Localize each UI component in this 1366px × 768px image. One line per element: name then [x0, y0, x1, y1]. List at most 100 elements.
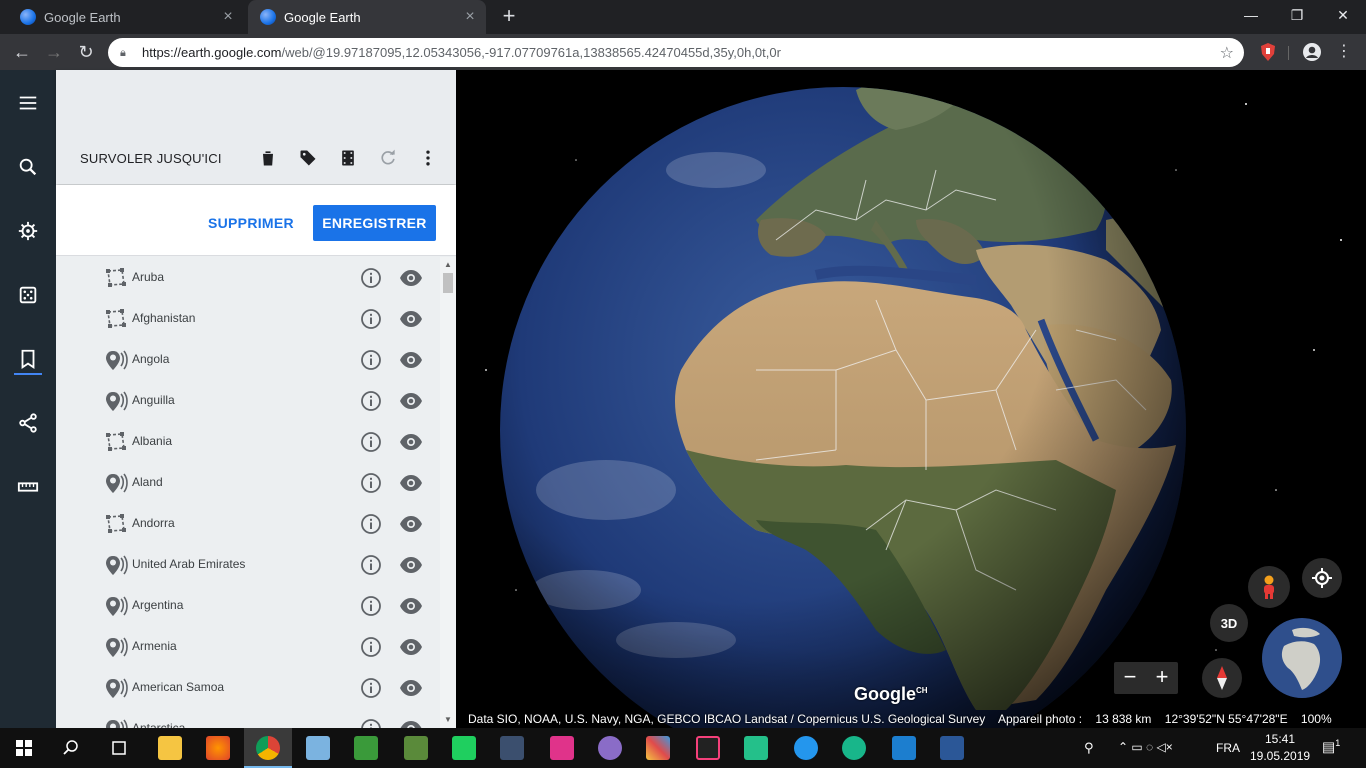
info-icon[interactable] [360, 390, 382, 412]
atom-icon[interactable] [842, 736, 866, 760]
list-item[interactable]: Afghanistan [56, 298, 440, 339]
pegman-street-view-icon[interactable] [1248, 566, 1290, 608]
brave-shield-icon[interactable] [1258, 42, 1278, 62]
notification-center-icon[interactable]: ▤1 [1322, 738, 1340, 756]
scroll-down-arrow-icon[interactable]: ▼ [444, 716, 452, 724]
clock-time[interactable]: 15:41 [1250, 732, 1310, 746]
list-item[interactable]: Armenia [56, 626, 440, 667]
info-icon[interactable] [360, 513, 382, 535]
voyager-wheel-icon[interactable] [14, 217, 42, 245]
scroll-thumb[interactable] [443, 273, 453, 293]
language-indicator[interactable]: FRA [1216, 741, 1240, 755]
visibility-eye-icon[interactable] [399, 555, 423, 575]
vscode-icon[interactable] [892, 736, 916, 760]
clock-date[interactable]: 19.05.2019 [1250, 749, 1310, 763]
webstorm-icon[interactable] [550, 736, 574, 760]
zoom-out-button[interactable]: − [1114, 662, 1146, 694]
visibility-eye-icon[interactable] [399, 719, 423, 728]
list-item-label[interactable]: Angola [132, 352, 169, 366]
visibility-eye-icon[interactable] [399, 268, 423, 288]
list-item-label[interactable]: Argentina [132, 598, 183, 612]
share-icon[interactable] [14, 409, 42, 437]
zoom-in-button[interactable]: + [1146, 662, 1178, 694]
visibility-eye-icon[interactable] [399, 637, 423, 657]
gitkraken-icon[interactable] [452, 736, 476, 760]
earth-map-view[interactable]: GoogleCH 3D − + Data SIO, NOAA, U.S. Nav… [456, 70, 1366, 728]
virtualbox-icon[interactable] [306, 736, 330, 760]
info-icon[interactable] [360, 595, 382, 617]
3d-toggle-button[interactable]: 3D [1210, 604, 1248, 642]
mysql-workbench-icon[interactable] [500, 736, 524, 760]
visibility-eye-icon[interactable] [399, 473, 423, 493]
list-scrollbar[interactable]: ▲ ▼ [440, 257, 456, 728]
list-item[interactable]: Aruba [56, 257, 440, 298]
forward-button[interactable]: → [40, 38, 68, 66]
notepad-plus-plus-icon[interactable] [354, 736, 378, 760]
close-tab-icon[interactable]: × [462, 9, 478, 25]
save-button[interactable]: ENREGISTRER [313, 205, 436, 241]
address-bar[interactable]: 🔒︎ https://earth.google.com/web/@19.9718… [108, 38, 1244, 67]
browser-menu-icon[interactable]: ⋮ [1330, 38, 1358, 66]
trash-icon[interactable] [256, 146, 280, 170]
info-icon[interactable] [360, 431, 382, 453]
docker-icon[interactable] [794, 736, 818, 760]
info-icon[interactable] [360, 718, 382, 728]
task-view-icon[interactable] [110, 740, 128, 756]
info-icon[interactable] [360, 472, 382, 494]
list-item[interactable]: Andorra [56, 503, 440, 544]
list-item[interactable]: United Arab Emirates [56, 544, 440, 585]
list-item-label[interactable]: Albania [132, 434, 172, 448]
visibility-eye-icon[interactable] [399, 391, 423, 411]
close-window-button[interactable]: ✕ [1320, 0, 1366, 30]
menu-icon[interactable] [14, 89, 42, 117]
mini-globe-overview[interactable] [1262, 618, 1342, 698]
windows-start-icon[interactable] [16, 740, 32, 756]
feeling-lucky-dice-icon[interactable] [14, 281, 42, 309]
intellij-idea-icon[interactable] [696, 736, 720, 760]
reload-button[interactable]: ↻ [72, 38, 100, 66]
info-icon[interactable] [360, 636, 382, 658]
info-icon[interactable] [360, 554, 382, 576]
browser-tab[interactable]: Google Earth × [0, 0, 244, 34]
browser-tab-active[interactable]: Google Earth × [248, 0, 486, 34]
info-icon[interactable] [360, 267, 382, 289]
list-item-label[interactable]: Armenia [132, 639, 177, 653]
info-icon[interactable] [360, 308, 382, 330]
list-item-label[interactable]: American Samoa [132, 680, 224, 694]
list-item-label[interactable]: Andorra [132, 516, 175, 530]
chrome-icon[interactable] [256, 736, 280, 760]
file-explorer-icon[interactable] [158, 736, 182, 760]
visibility-eye-icon[interactable] [399, 432, 423, 452]
list-item-label[interactable]: Aruba [132, 270, 164, 284]
delete-button[interactable]: SUPPRIMER [198, 205, 304, 241]
refresh-icon[interactable] [376, 146, 400, 170]
more-options-icon[interactable] [416, 146, 440, 170]
list-item-label[interactable]: Afghanistan [132, 311, 195, 325]
firefox-icon[interactable] [206, 736, 230, 760]
list-item[interactable]: Anguilla [56, 380, 440, 421]
git-extension-icon[interactable] [646, 736, 670, 760]
list-item[interactable]: American Samoa [56, 667, 440, 708]
list-item-label[interactable]: Anguilla [132, 393, 175, 407]
bookmark-star-icon[interactable]: ☆ [1220, 43, 1234, 63]
list-item[interactable]: Antarctica [56, 708, 440, 728]
tag-icon[interactable] [296, 146, 320, 170]
visibility-eye-icon[interactable] [399, 309, 423, 329]
compass-icon[interactable] [1202, 658, 1242, 698]
list-item-label[interactable]: Aland [132, 475, 163, 489]
ruler-measure-icon[interactable] [14, 473, 42, 501]
list-item[interactable]: Albania [56, 421, 440, 462]
info-icon[interactable] [360, 677, 382, 699]
list-item-label[interactable]: United Arab Emirates [132, 557, 245, 571]
minimize-window-button[interactable]: — [1228, 0, 1274, 30]
list-item[interactable]: Angola [56, 339, 440, 380]
word-icon[interactable] [940, 736, 964, 760]
list-item[interactable]: Aland [56, 462, 440, 503]
people-icon[interactable]: ⚲ [1084, 740, 1094, 756]
close-tab-icon[interactable]: × [220, 9, 236, 25]
my-location-icon[interactable] [1302, 558, 1342, 598]
clion-icon[interactable] [744, 736, 768, 760]
github-desktop-icon[interactable] [598, 736, 622, 760]
restore-window-button[interactable]: ❐ [1274, 0, 1320, 30]
list-item-label[interactable]: Antarctica [132, 721, 185, 728]
